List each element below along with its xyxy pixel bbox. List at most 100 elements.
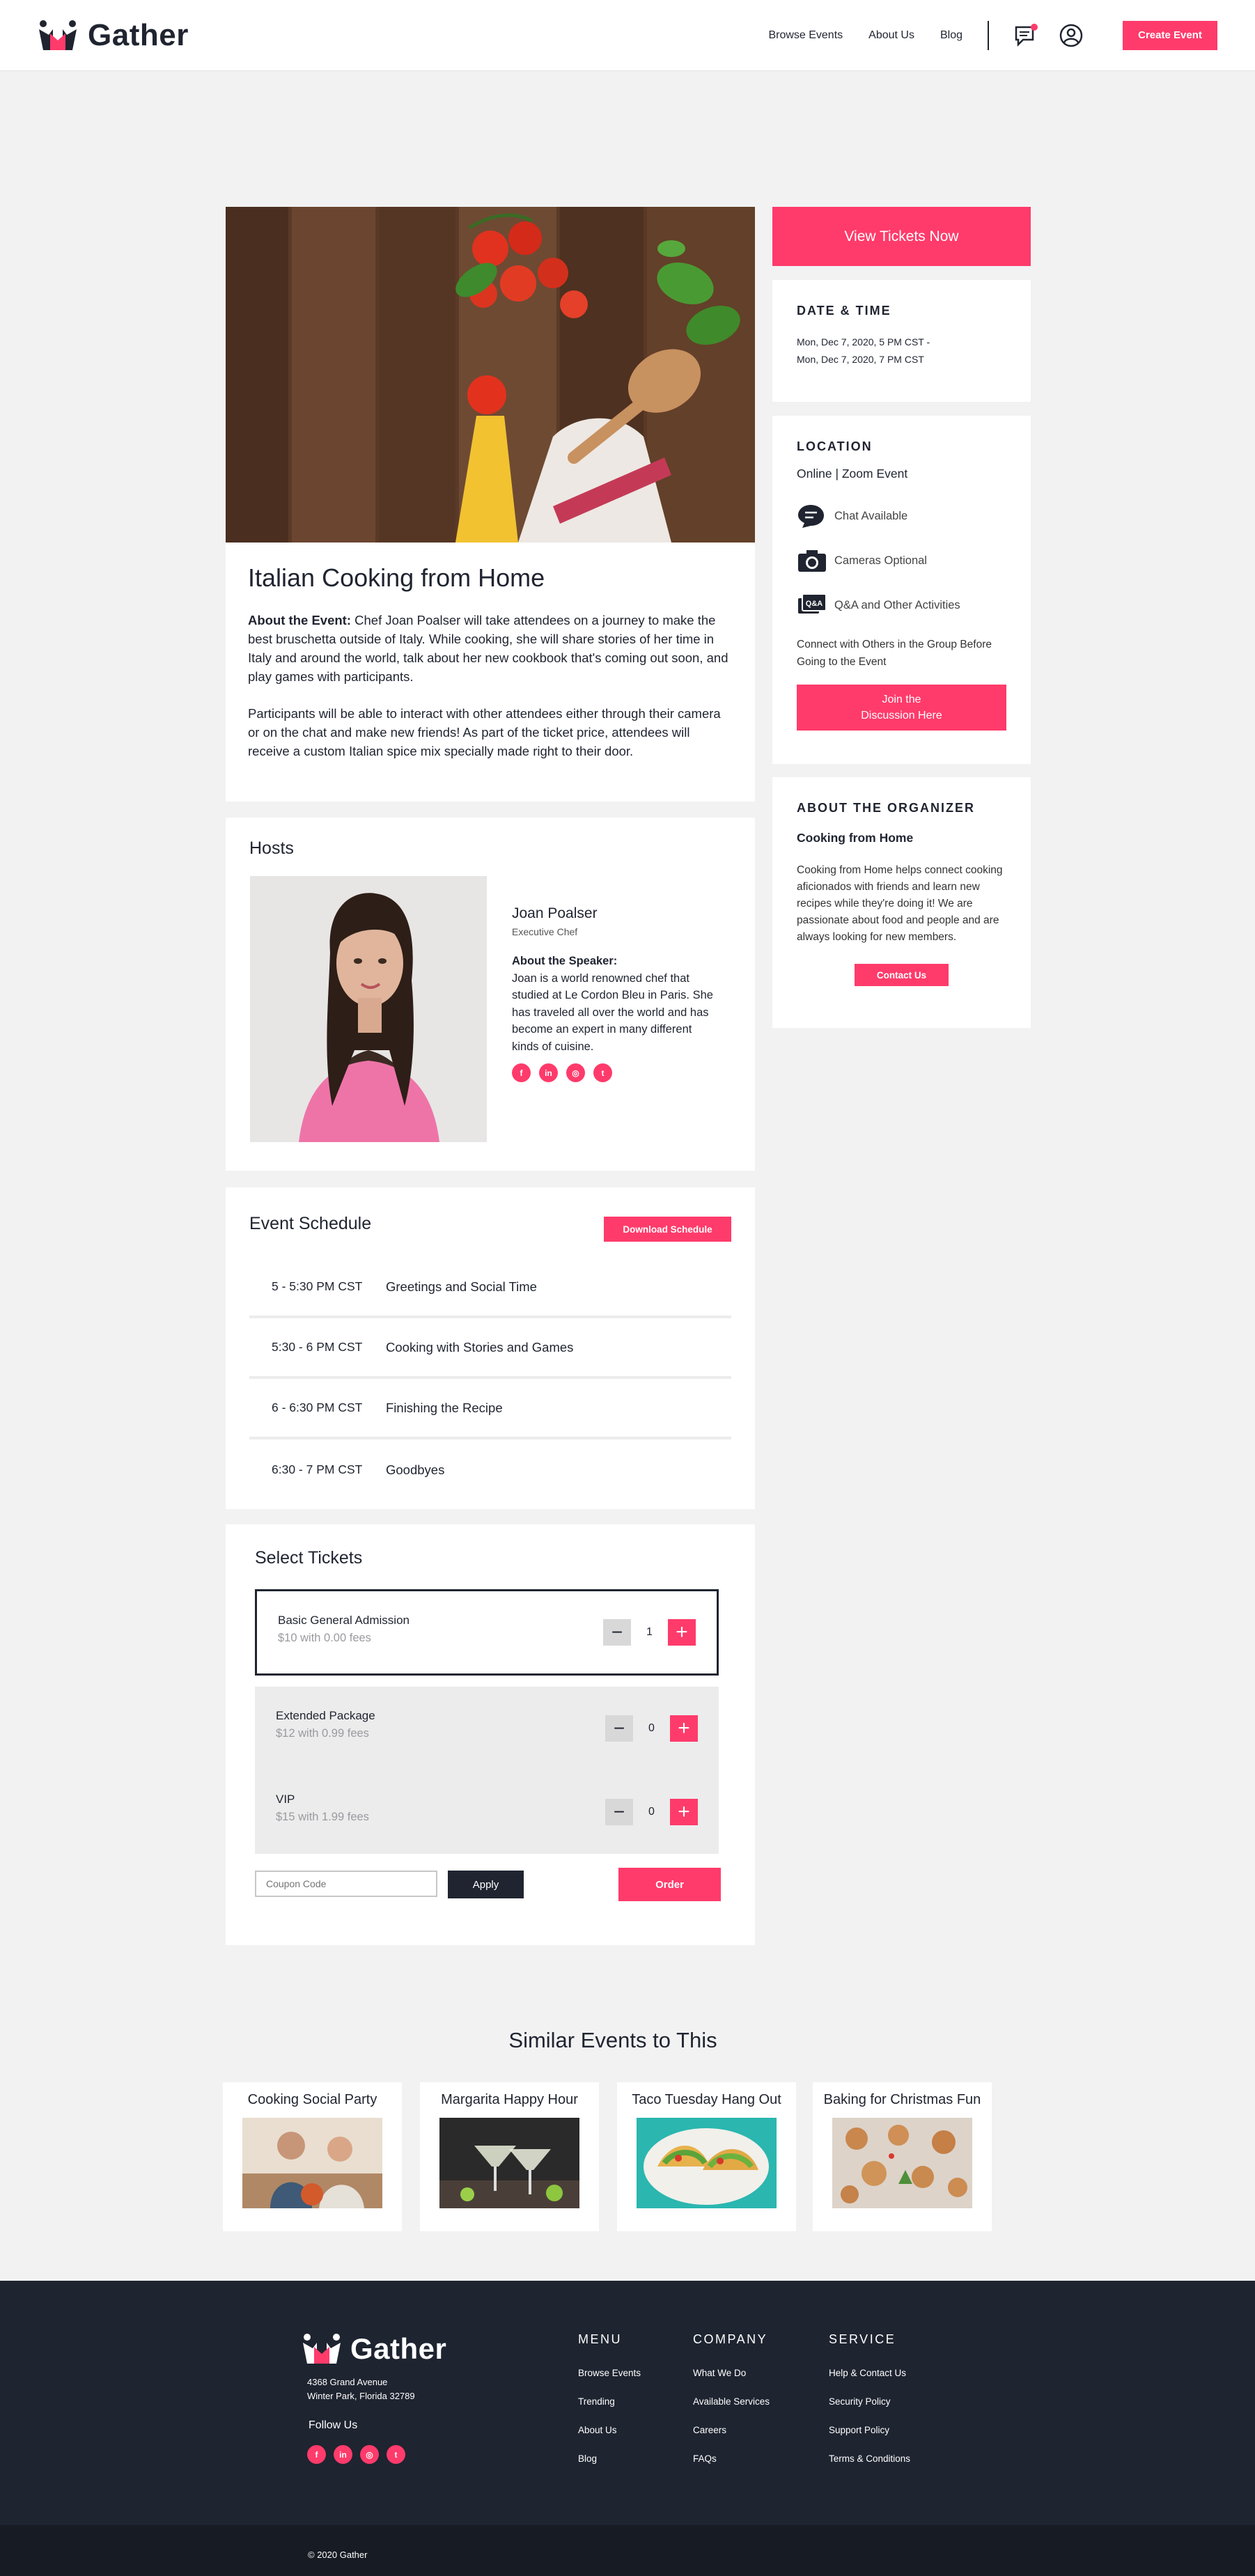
gather-logo-icon (39, 19, 77, 50)
increase-quantity-button[interactable]: + (670, 1799, 698, 1825)
site-footer: Gather 4368 Grand Avenue Winter Park, Fl… (0, 2281, 1255, 2576)
brand-name: Gather (88, 17, 189, 52)
select-tickets-card: Select Tickets Basic General Admission $… (226, 1524, 755, 1945)
facebook-icon[interactable]: f (512, 1063, 531, 1082)
linkedin-icon[interactable]: in (334, 2445, 352, 2464)
schedule-item: 6:30 - 7 PM CST Goodbyes (249, 1439, 731, 1500)
date-time-card: DATE & TIME Mon, Dec 7, 2020, 5 PM CST -… (772, 280, 1031, 402)
similar-event-image (439, 2118, 579, 2208)
footer-link[interactable]: What We Do (693, 2368, 770, 2378)
feature-label: Cameras Optional (834, 554, 927, 567)
date-time-start: Mon, Dec 7, 2020, 5 PM CST - (797, 336, 930, 348)
organizer-card: ABOUT THE ORGANIZER Cooking from Home Co… (772, 777, 1031, 1028)
instagram-icon[interactable]: ◎ (360, 2445, 379, 2464)
footer-brand-name: Gather (350, 2332, 447, 2365)
footer-link[interactable]: Help & Contact Us (829, 2368, 910, 2378)
apply-coupon-button[interactable]: Apply (448, 1871, 524, 1898)
similar-event-card[interactable]: Baking for Christmas Fun (813, 2082, 992, 2231)
ticket-option-vip[interactable]: VIP $15 with 1.99 fees − 0 + (255, 1770, 719, 1854)
footer-link[interactable]: Support Policy (829, 2425, 910, 2435)
footer-logo[interactable]: Gather (302, 2332, 446, 2366)
footer-link[interactable]: About Us (578, 2425, 641, 2435)
schedule-time: 6 - 6:30 PM CST (272, 1400, 363, 1414)
about-event-label: About the Event: (248, 613, 351, 627)
user-icon (1059, 24, 1083, 47)
schedule-time: 5:30 - 6 PM CST (272, 1340, 363, 1354)
feature-label: Chat Available (834, 509, 908, 522)
create-event-button[interactable]: Create Event (1123, 20, 1217, 50)
ticket-option-general[interactable]: Basic General Admission $10 with 0.00 fe… (255, 1589, 719, 1676)
download-schedule-button[interactable]: Download Schedule (604, 1217, 731, 1242)
footer-company-heading: COMPANY (693, 2332, 768, 2346)
twitter-icon[interactable]: t (387, 2445, 405, 2464)
footer-address: 4368 Grand Avenue Winter Park, Florida 3… (307, 2375, 415, 2403)
nav-browse-events[interactable]: Browse Events (768, 29, 843, 42)
view-tickets-button[interactable]: View Tickets Now (772, 207, 1031, 266)
footer-link[interactable]: Trending (578, 2396, 641, 2407)
host-name: Joan Poalser (512, 905, 598, 921)
event-description-2: Participants will be able to interact wi… (248, 706, 721, 758)
schedule-item: 6 - 6:30 PM CST Finishing the Recipe (249, 1379, 731, 1439)
twitter-icon[interactable]: t (593, 1063, 612, 1082)
similar-event-card[interactable]: Taco Tuesday Hang Out (617, 2082, 796, 2231)
instagram-icon[interactable]: ◎ (566, 1063, 585, 1082)
messages-button[interactable] (1013, 22, 1040, 49)
footer-link[interactable]: Terms & Conditions (829, 2453, 910, 2464)
organizer-description: Cooking from Home helps connect cooking … (797, 864, 1003, 943)
coupon-code-input[interactable] (255, 1871, 437, 1897)
location-type: Online | Zoom Event (797, 467, 908, 481)
nav-divider (988, 20, 989, 50)
feature-qa: Q&A Q&A and Other Activities (797, 583, 1006, 627)
footer-socials: f in ◎ t (307, 2445, 405, 2464)
nav-blog[interactable]: Blog (940, 29, 962, 42)
ticket-option-extended[interactable]: Extended Package $12 with 0.99 fees − 0 … (255, 1687, 719, 1770)
date-time-end: Mon, Dec 7, 2020, 7 PM CST (797, 353, 924, 365)
host-photo (250, 876, 487, 1142)
join-label-line1: Join the (882, 694, 921, 705)
svg-text:Q&A: Q&A (806, 600, 823, 608)
footer-link[interactable]: FAQs (693, 2453, 770, 2464)
footer-link[interactable]: Careers (693, 2425, 770, 2435)
quantity-stepper: − 1 + (603, 1619, 696, 1646)
schedule-item: 5:30 - 6 PM CST Cooking with Stories and… (249, 1318, 731, 1379)
footer-link[interactable]: Browse Events (578, 2368, 641, 2378)
about-speaker-label: About the Speaker: (512, 955, 618, 967)
chat-notification-icon (1015, 23, 1038, 47)
contact-us-button[interactable]: Contact Us (855, 964, 949, 986)
similar-event-card[interactable]: Cooking Social Party (223, 2082, 402, 2231)
schedule-title: Greetings and Social Time (386, 1279, 537, 1294)
event-hero-image (226, 207, 755, 542)
similar-event-card[interactable]: Margarita Happy Hour (420, 2082, 599, 2231)
event-about-card: Italian Cooking from Home About the Even… (226, 542, 755, 802)
quantity-stepper: − 0 + (605, 1799, 698, 1825)
similar-event-title: Margarita Happy Hour (441, 2092, 578, 2107)
order-button[interactable]: Order (618, 1868, 721, 1901)
footer-link[interactable]: Blog (578, 2453, 641, 2464)
host-socials: f in ◎ t (512, 1063, 721, 1082)
increase-quantity-button[interactable]: + (668, 1619, 696, 1646)
increase-quantity-button[interactable]: + (670, 1715, 698, 1742)
quantity-value: 0 (648, 1722, 655, 1734)
checkout-row: Apply Order (255, 1868, 726, 1901)
host-info: Joan Poalser Executive Chef About the Sp… (512, 905, 721, 1082)
nav-about-us[interactable]: About Us (868, 29, 914, 42)
decrease-quantity-button[interactable]: − (603, 1619, 631, 1646)
schedule-time: 6:30 - 7 PM CST (272, 1462, 363, 1476)
qa-icon: Q&A (797, 592, 827, 618)
linkedin-icon[interactable]: in (539, 1063, 558, 1082)
date-time-heading: DATE & TIME (797, 304, 891, 318)
tickets-heading: Select Tickets (255, 1548, 363, 1568)
similar-event-title: Cooking Social Party (247, 2092, 377, 2107)
camera-icon (797, 547, 827, 574)
schedule-list: 5 - 5:30 PM CST Greetings and Social Tim… (249, 1258, 731, 1500)
decrease-quantity-button[interactable]: − (605, 1799, 633, 1825)
brand-logo[interactable]: Gather (38, 18, 189, 53)
footer-link[interactable]: Security Policy (829, 2396, 910, 2407)
join-discussion-button[interactable]: Join the Discussion Here (797, 685, 1006, 731)
schedule-time: 5 - 5:30 PM CST (272, 1279, 363, 1293)
decrease-quantity-button[interactable]: − (605, 1715, 633, 1742)
facebook-icon[interactable]: f (307, 2445, 326, 2464)
account-button[interactable] (1057, 22, 1085, 49)
footer-menu-column: MENU Browse Events Trending About Us Blo… (578, 2332, 641, 2482)
footer-link[interactable]: Available Services (693, 2396, 770, 2407)
